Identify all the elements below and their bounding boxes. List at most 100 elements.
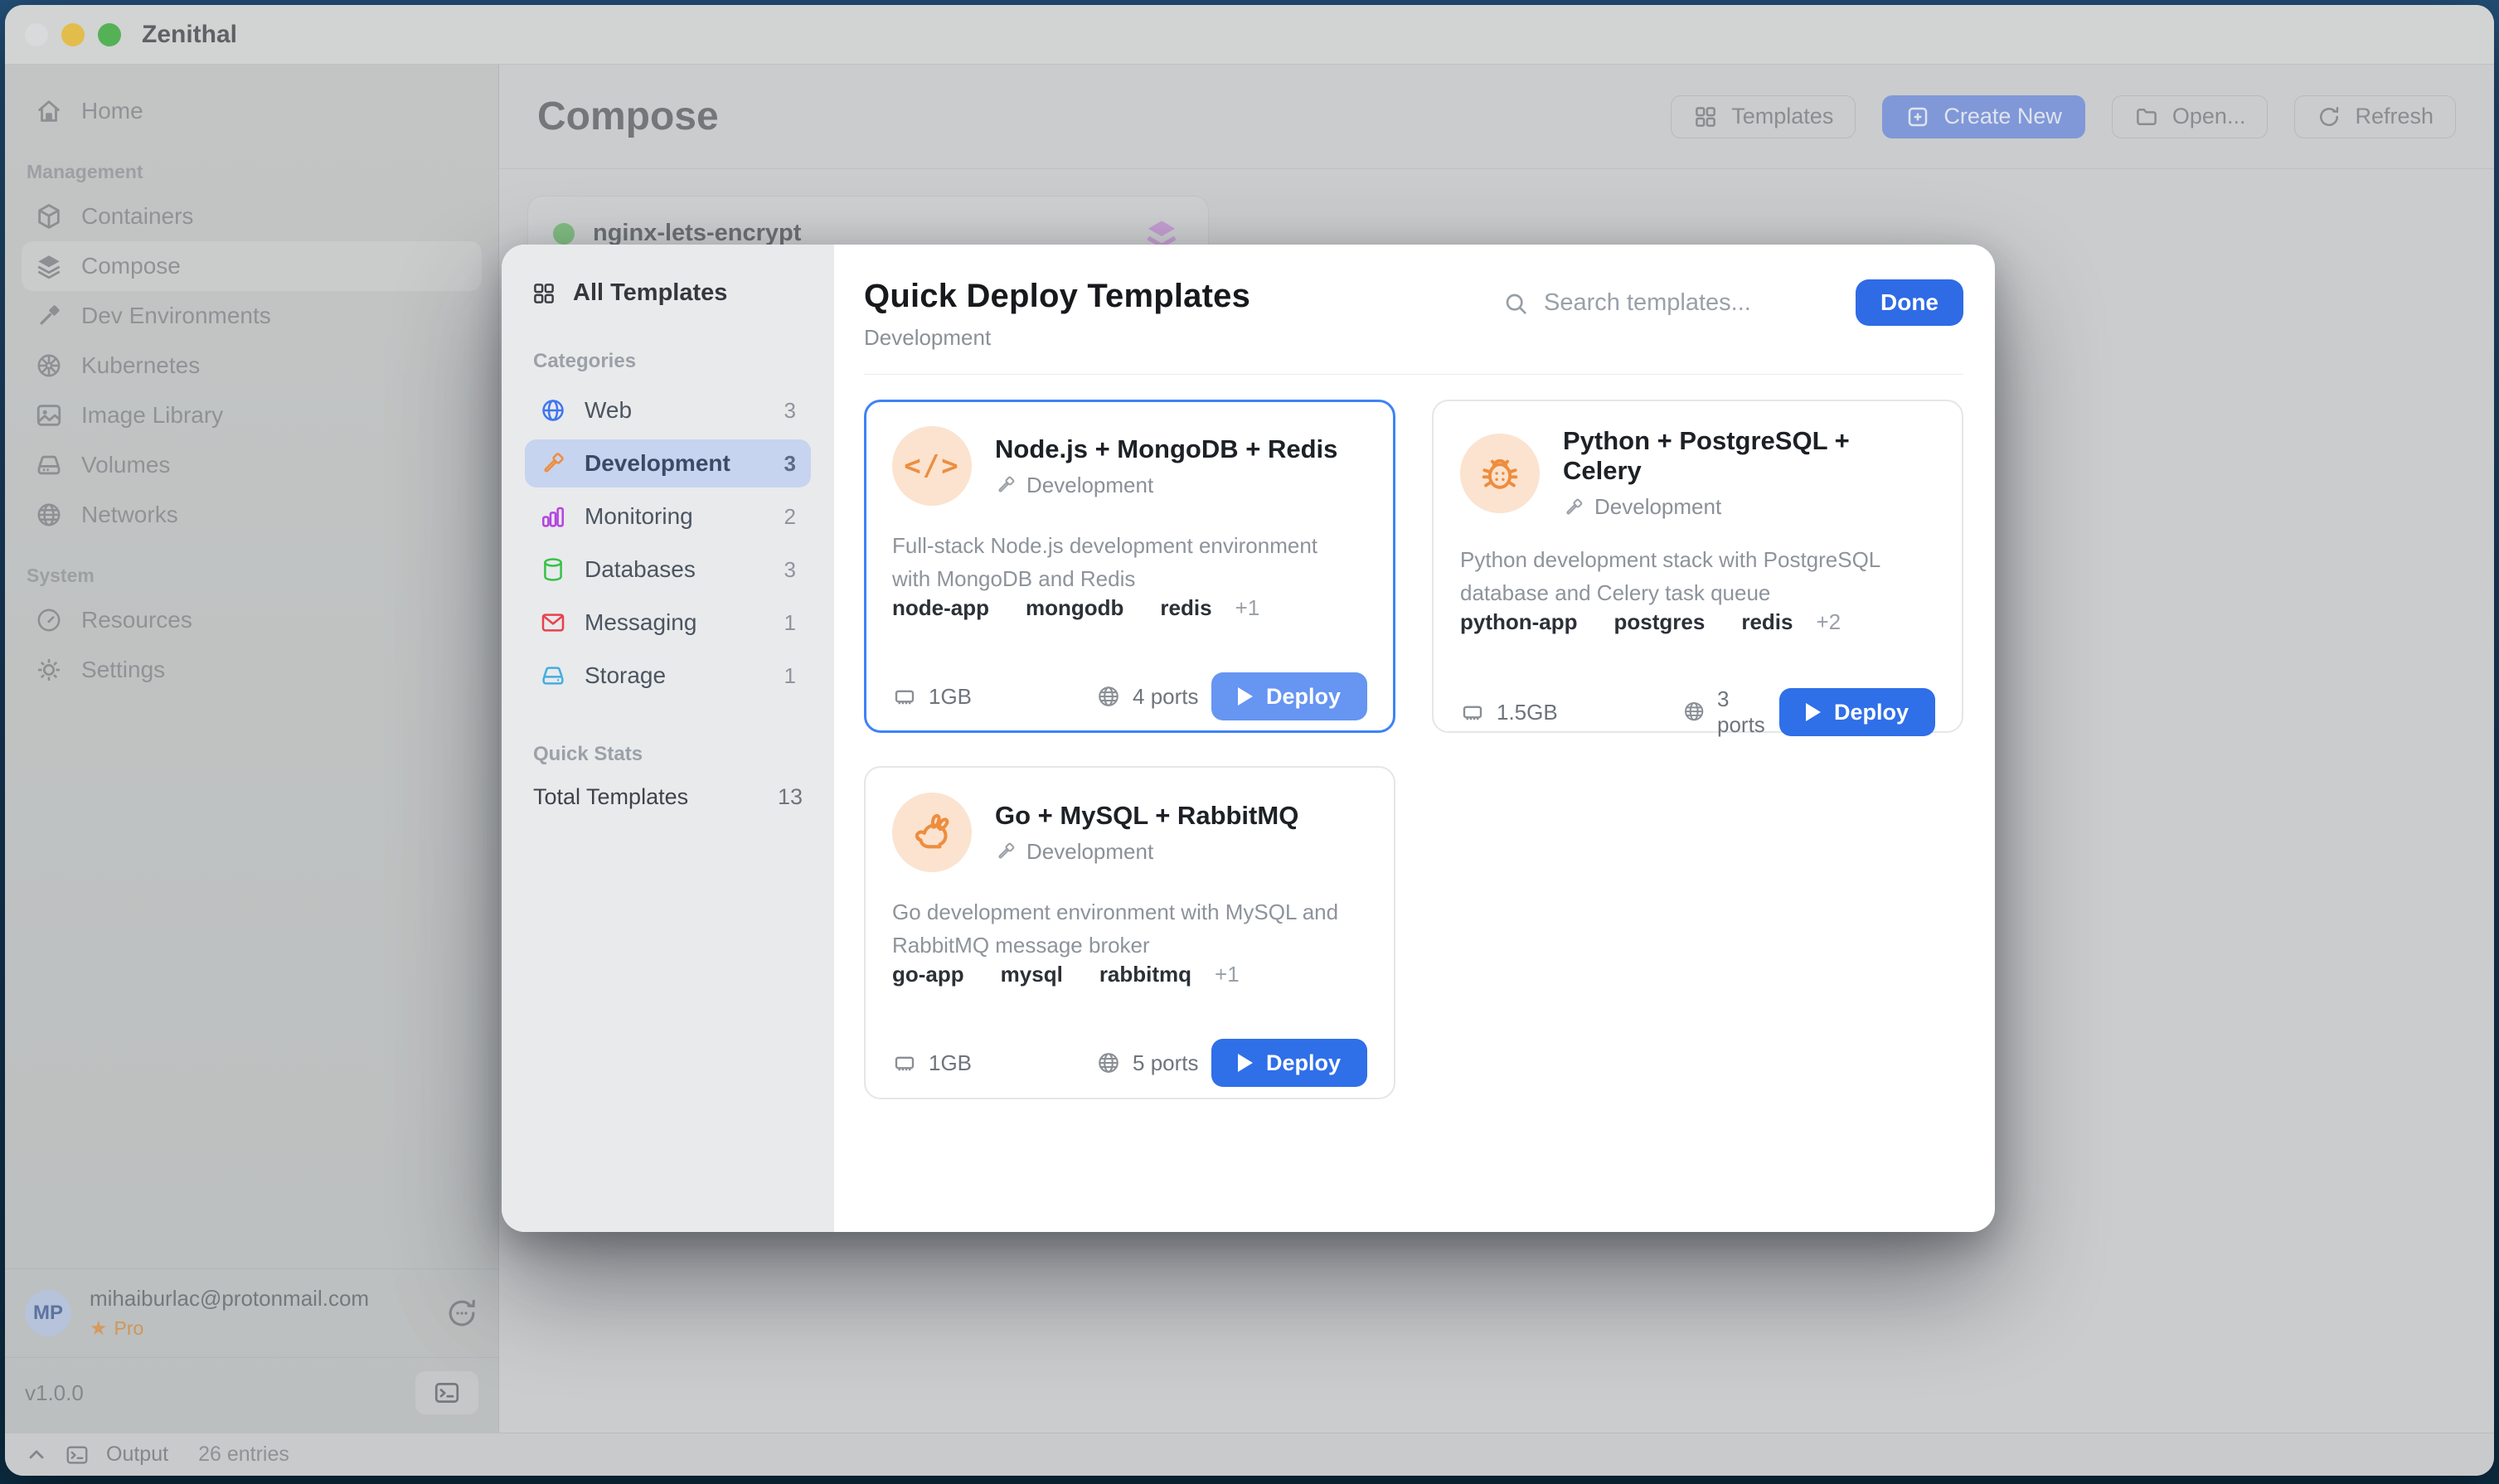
deploy-label: Deploy (1266, 1050, 1341, 1076)
close-window-button[interactable] (25, 23, 48, 46)
templates-button[interactable]: Templates (1671, 95, 1856, 138)
bar-chart-icon (540, 503, 566, 530)
hammer-icon (995, 841, 1017, 862)
category-monitoring[interactable]: Monitoring 2 (525, 492, 811, 541)
sidebar-item-resources[interactable]: Resources (22, 595, 482, 645)
hammer-icon (540, 450, 566, 477)
ports-label: 4 ports (1133, 684, 1199, 710)
memory-requirement: 1.5GB (1460, 700, 1558, 725)
sidebar-item-containers[interactable]: Containers (22, 192, 482, 241)
memory-chip-icon (892, 1050, 917, 1075)
quick-stats-label: Quick Stats (533, 743, 811, 766)
play-icon (1238, 687, 1253, 706)
deploy-button[interactable]: Deploy (1211, 672, 1367, 720)
category-label: Storage (585, 662, 666, 689)
total-templates-count: 13 (778, 784, 803, 810)
refresh-button-label: Refresh (2355, 104, 2433, 129)
code-icon: </> (892, 426, 972, 506)
template-card-python[interactable]: Python + PostgreSQL + Celery Development… (1432, 400, 1963, 733)
template-card-go[interactable]: Go + MySQL + RabbitMQ Development Go dev… (864, 766, 1395, 1099)
card-footer: 1GB 4 ports Deploy (892, 672, 1367, 720)
sidebar-item-kubernetes[interactable]: Kubernetes (22, 341, 482, 390)
more-tags: +2 (1817, 609, 1841, 635)
modal-title: Quick Deploy Templates (864, 278, 1250, 315)
terminal-button[interactable] (415, 1371, 478, 1414)
template-title: Node.js + MongoDB + Redis (995, 434, 1337, 464)
template-category: Development (1563, 494, 1935, 520)
sidebar-section-system: System (27, 565, 482, 587)
minimize-window-button[interactable] (61, 23, 85, 46)
sidebar-item-networks[interactable]: Networks (22, 490, 482, 540)
app-sidebar: Home Management Containers Compose Dev E… (5, 65, 499, 1433)
tag: postgres (1614, 609, 1706, 635)
maximize-window-button[interactable] (98, 23, 121, 46)
template-title: Python + PostgreSQL + Celery (1563, 426, 1935, 486)
sidebar-item-label: Resources (81, 607, 192, 633)
cube-icon (35, 202, 63, 230)
database-icon (540, 556, 566, 583)
template-title: Go + MySQL + RabbitMQ (995, 801, 1298, 831)
tag: node-app (892, 595, 989, 621)
sidebar-item-label: Settings (81, 657, 165, 683)
sidebar-item-volumes[interactable]: Volumes (22, 440, 482, 490)
memory-label: 1.5GB (1497, 700, 1558, 725)
tag: redis (1741, 609, 1793, 635)
sidebar-item-dev-environments[interactable]: Dev Environments (22, 291, 482, 341)
template-card-nodejs[interactable]: </> Node.js + MongoDB + Redis Developmen… (864, 400, 1395, 733)
search-input[interactable] (1544, 289, 1817, 317)
ports-info: 4 ports (1096, 684, 1199, 710)
version-row: v1.0.0 (5, 1358, 498, 1433)
create-new-button[interactable]: Create New (1882, 95, 2085, 138)
category-storage[interactable]: Storage 1 (525, 652, 811, 700)
deploy-button[interactable]: Deploy (1779, 688, 1935, 736)
category-databases[interactable]: Databases 3 (525, 546, 811, 594)
user-account[interactable]: MP mihaiburlac@protonmail.com ★ Pro (5, 1269, 498, 1357)
rabbit-icon (892, 793, 972, 872)
category-development[interactable]: Development 3 (525, 439, 811, 487)
layers-icon (35, 252, 63, 280)
sidebar-item-compose[interactable]: Compose (22, 241, 482, 291)
tag: mysql (1001, 962, 1063, 987)
hammer-icon (35, 302, 63, 330)
output-statusbar[interactable]: Output 26 entries (5, 1433, 2494, 1476)
status-running-dot (553, 223, 575, 245)
category-messaging[interactable]: Messaging 1 (525, 599, 811, 647)
hammer-icon (995, 474, 1017, 496)
sidebar-item-image-library[interactable]: Image Library (22, 390, 482, 440)
gear-icon (35, 656, 63, 684)
globe-icon (35, 501, 63, 529)
category-count: 2 (784, 504, 796, 530)
category-count: 3 (784, 451, 796, 477)
all-templates-button[interactable]: All Templates (525, 279, 811, 307)
memory-chip-icon (892, 684, 917, 709)
sidebar-item-label: Containers (81, 203, 193, 230)
done-button[interactable]: Done (1856, 279, 1963, 326)
sign-out-icon[interactable] (445, 1297, 478, 1330)
templates-button-label: Templates (1731, 104, 1833, 129)
refresh-button[interactable]: Refresh (2294, 95, 2456, 138)
envelope-icon (540, 609, 566, 636)
template-description: Python development stack with PostgreSQL… (1460, 543, 1935, 609)
header-actions: Templates Create New Open... (1671, 95, 2456, 138)
compose-stack-name: nginx-lets-encrypt (593, 220, 801, 247)
sidebar-item-home[interactable]: Home (22, 86, 482, 136)
template-search[interactable] (1502, 289, 1817, 317)
category-count: 3 (784, 398, 796, 424)
open-button[interactable]: Open... (2112, 95, 2269, 138)
ports-info: 5 ports (1096, 1050, 1199, 1076)
modal-title-block: Quick Deploy Templates Development (864, 278, 1250, 351)
globe-icon (540, 397, 566, 424)
deploy-label: Deploy (1834, 700, 1909, 725)
sidebar-item-settings[interactable]: Settings (22, 645, 482, 695)
chevron-up-icon[interactable] (25, 1443, 48, 1467)
category-label: Development (585, 450, 730, 477)
terminal-icon (65, 1443, 90, 1467)
window-title: Zenithal (142, 21, 237, 49)
card-title-block: Python + PostgreSQL + Celery Development (1563, 426, 1935, 520)
modal-sidebar: All Templates Categories Web 3 Developme… (502, 245, 834, 1232)
category-web[interactable]: Web 3 (525, 386, 811, 434)
category-label: Web (585, 397, 632, 424)
category-label: Messaging (585, 609, 696, 636)
deploy-button[interactable]: Deploy (1211, 1039, 1367, 1087)
all-templates-label: All Templates (573, 279, 727, 307)
